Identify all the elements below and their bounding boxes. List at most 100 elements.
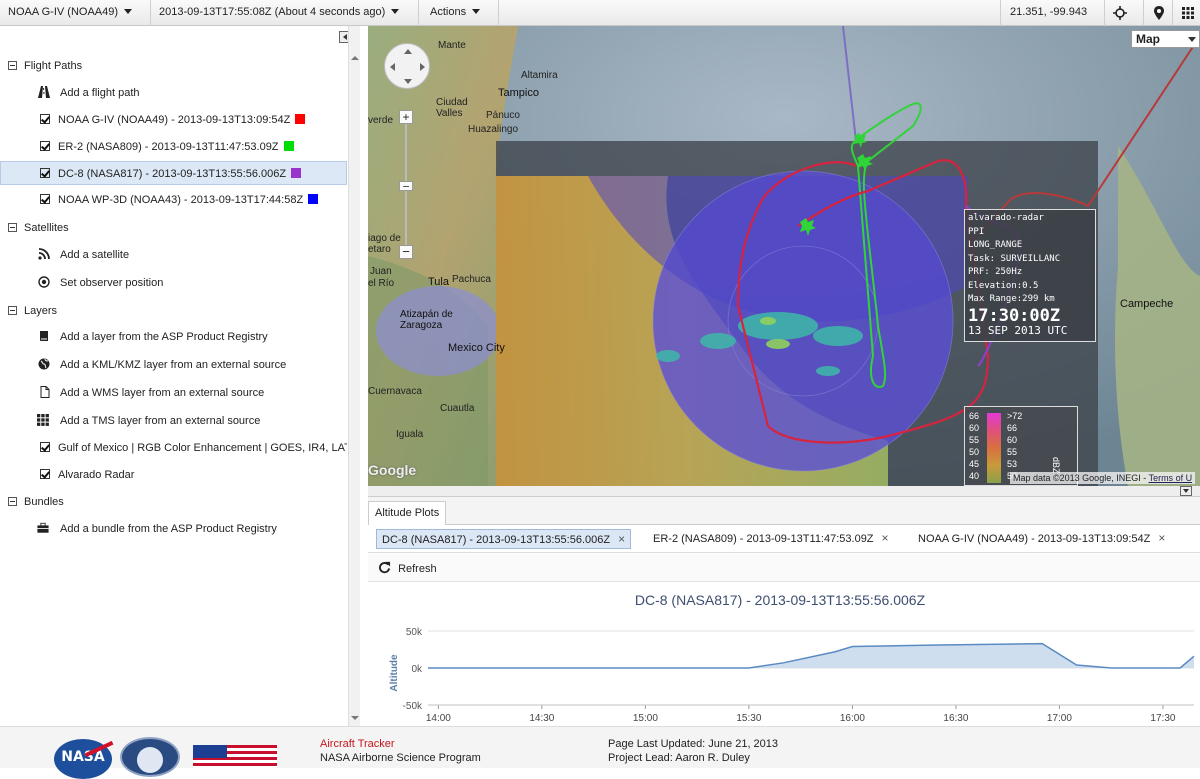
close-icon[interactable]: ×	[1158, 531, 1165, 545]
pan-left-icon[interactable]	[390, 63, 395, 71]
y-tick-labels: 50k 0k -50k	[403, 627, 423, 712]
center-map-button[interactable]	[1106, 0, 1134, 25]
collapse-icon[interactable]	[8, 61, 17, 70]
flight-item-noaa49[interactable]: NOAA G-IV (NOAA49) - 2013-09-13T13:09:54…	[0, 108, 347, 132]
add-bundle-item[interactable]: Add a bundle from the ASP Product Regist…	[0, 517, 347, 541]
checkbox[interactable]	[40, 114, 50, 124]
chevron-down-icon	[1183, 489, 1189, 493]
y-tick-label: 0k	[411, 664, 423, 675]
time-dropdown[interactable]: 2013-09-13T17:55:08Z (About 4 seconds ag…	[159, 0, 400, 25]
file-icon	[40, 386, 50, 398]
chevron-down-icon	[391, 9, 400, 14]
sidebar-scrollbar[interactable]	[348, 26, 360, 726]
sidebar: Flight Paths Add a flight path NOAA G-IV…	[0, 26, 360, 726]
science-seal	[120, 737, 180, 777]
collapse-icon[interactable]	[8, 497, 17, 506]
us-flag	[193, 745, 277, 769]
time-dropdown-label: 2013-09-13T17:55:08Z (About 4 seconds ag…	[159, 6, 386, 18]
subtab-dc8[interactable]: DC-8 (NASA817) - 2013-09-13T13:55:56.006…	[376, 529, 632, 549]
add-tms-layer-item[interactable]: Add a TMS layer from an external source	[0, 409, 347, 433]
grid-icon	[1182, 6, 1194, 19]
divider	[1172, 0, 1173, 26]
actions-dropdown[interactable]: Actions	[430, 0, 481, 25]
flight-item-nasa817[interactable]: DC-8 (NASA817) - 2013-09-13T13:55:56.006…	[0, 161, 347, 185]
item-label: Set observer position	[60, 277, 164, 289]
place-label: Ciudad Valles	[436, 97, 468, 119]
close-icon[interactable]: ×	[882, 531, 889, 545]
set-observer-item[interactable]: Set observer position	[0, 271, 347, 295]
flight-item-noaa43[interactable]: NOAA WP-3D (NOAA43) - 2013-09-13T17:44:5…	[0, 188, 347, 212]
aircraft-dropdown[interactable]: NOAA G-IV (NOAA49)	[8, 0, 133, 25]
grid-view-button[interactable]	[1174, 0, 1200, 25]
zoom-in-button[interactable]: +	[399, 110, 413, 124]
collapse-plots-button[interactable]	[1180, 486, 1192, 496]
x-tick-label: 14:00	[426, 713, 451, 724]
program-name: NASA Airborne Science Program	[320, 752, 481, 764]
pan-up-icon[interactable]	[404, 49, 412, 54]
radar-date: 13 SEP 2013 UTC	[968, 323, 1068, 337]
add-asp-layer-item[interactable]: Add a layer from the ASP Product Registr…	[0, 325, 347, 349]
top-toolbar: NOAA G-IV (NOAA49) 2013-09-13T17:55:08Z …	[0, 0, 1200, 26]
zoom-slider-handle[interactable]	[399, 181, 413, 191]
place-label: verde	[368, 115, 394, 126]
close-icon[interactable]: ×	[618, 532, 625, 546]
place-label: Campeche	[1120, 298, 1174, 310]
terms-link[interactable]: Terms of U	[1149, 473, 1193, 483]
layer-item-gom[interactable]: Gulf of Mexico | RGB Color Enhancement |…	[0, 436, 347, 460]
briefcase-icon	[37, 522, 49, 533]
section-layers[interactable]: Layers	[0, 299, 347, 323]
rss-icon	[38, 248, 50, 260]
checkbox[interactable]	[40, 442, 50, 452]
radar-line: PPI	[968, 226, 985, 237]
collapse-icon[interactable]	[8, 306, 17, 315]
radar-time: 17:30:00Z	[968, 305, 1061, 326]
page-updated: Page Last Updated: June 21, 2013	[608, 738, 779, 750]
add-wms-layer-item[interactable]: Add a WMS layer from an external source	[0, 381, 347, 405]
map-type-select[interactable]: Map	[1131, 30, 1200, 48]
collapse-icon[interactable]	[8, 223, 17, 232]
section-satellites[interactable]: Satellites	[0, 216, 347, 240]
y-tick-label: 50k	[406, 627, 423, 638]
refresh-button[interactable]: Refresh	[378, 561, 437, 577]
radar-line: PRF: 250Hz	[968, 267, 1023, 277]
add-flight-path-item[interactable]: Add a flight path	[0, 81, 347, 105]
checkbox[interactable]	[40, 168, 50, 178]
pan-right-icon[interactable]	[420, 63, 425, 71]
coordinate-readout: 21.351, -99.943	[1010, 6, 1088, 18]
color-swatch	[308, 194, 319, 204]
altitude-area	[428, 643, 1194, 668]
radar-line: LONG_RANGE	[968, 240, 1023, 250]
layer-item-alvarado[interactable]: Alvarado Radar	[0, 463, 347, 487]
place-label: Pachuca	[452, 274, 491, 285]
place-label: Pánuco	[486, 110, 520, 121]
checkbox[interactable]	[40, 194, 50, 204]
target-icon	[38, 276, 50, 288]
flight-item-nasa809[interactable]: ER-2 (NASA809) - 2013-09-13T11:47:53.09Z	[0, 135, 347, 159]
divider	[150, 0, 151, 26]
map-view[interactable]: Mante Altamira Tampico Ciudad Valles Pán…	[368, 26, 1200, 486]
zoom-out-button[interactable]: −	[399, 245, 413, 259]
section-flight-paths[interactable]: Flight Paths	[0, 54, 347, 78]
subtab-er2[interactable]: ER-2 (NASA809) - 2013-09-13T11:47:53.09Z…	[648, 529, 894, 549]
subtab-noaa49[interactable]: NOAA G-IV (NOAA49) - 2013-09-13T13:09:54…	[913, 529, 1170, 549]
checkbox[interactable]	[40, 469, 50, 479]
color-swatch	[295, 114, 306, 124]
chevron-down-icon	[472, 9, 481, 14]
map-type-label: Map	[1136, 32, 1160, 46]
add-satellite-item[interactable]: Add a satellite	[0, 243, 347, 267]
x-tick-label: 17:00	[1047, 713, 1072, 724]
pan-down-icon[interactable]	[404, 79, 412, 84]
globe-icon	[38, 358, 50, 370]
aircraft-tracker-link[interactable]: Aircraft Tracker	[320, 738, 395, 750]
section-bundles[interactable]: Bundles	[0, 490, 347, 514]
x-tick-label: 17:30	[1150, 713, 1175, 724]
tab-altitude-plots[interactable]: Altitude Plots	[368, 501, 447, 525]
scroll-up-icon[interactable]	[351, 56, 359, 60]
pan-control[interactable]	[384, 43, 430, 89]
chevron-left-icon	[343, 34, 347, 40]
checkbox[interactable]	[40, 141, 50, 151]
add-kml-layer-item[interactable]: Add a KML/KMZ layer from an external sou…	[0, 353, 347, 377]
location-button[interactable]	[1145, 0, 1173, 25]
map-splitter[interactable]	[368, 486, 1200, 496]
scroll-down-icon[interactable]	[351, 716, 359, 720]
